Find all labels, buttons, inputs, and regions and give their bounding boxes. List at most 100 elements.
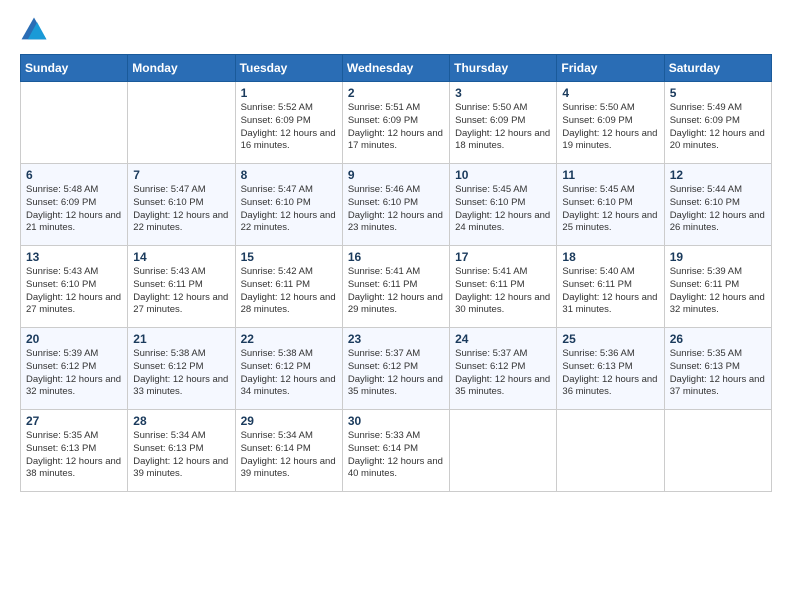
header <box>20 16 772 44</box>
calendar-header-sunday: Sunday <box>21 55 128 82</box>
calendar-week-3: 20 Sunrise: 5:39 AM Sunset: 6:12 PM Dayli… <box>21 328 772 410</box>
calendar-cell: 18Sunrise: 5:40 AM Sunset: 6:11 PM Dayli… <box>557 246 664 328</box>
day-info: Sunrise: 5:47 AM Sunset: 6:10 PM Dayligh… <box>133 184 229 235</box>
calendar-cell: 8 Sunrise: 5:47 AM Sunset: 6:10 PM Daylig… <box>235 164 342 246</box>
day-info: Sunrise: 5:34 AM Sunset: 6:14 PM Dayligh… <box>241 430 337 481</box>
day-info: Sunrise: 5:48 AM Sunset: 6:09 PM Dayligh… <box>26 184 122 235</box>
day-info: Sunrise: 5:35 AM Sunset: 6:13 PM Dayligh… <box>26 430 122 481</box>
calendar-header-thursday: Thursday <box>450 55 557 82</box>
logo-icon <box>20 16 48 44</box>
calendar-cell: 10 Sunrise: 5:45 AM Sunset: 6:10 PM Dayli… <box>450 164 557 246</box>
calendar-cell: 13 Sunrise: 5:43 AM Sunset: 6:10 PM Dayli… <box>21 246 128 328</box>
calendar-cell: 11 Sunrise: 5:45 AM Sunset: 6:10 PM Dayli… <box>557 164 664 246</box>
day-number: 17 <box>455 250 551 264</box>
day-number: 11 <box>562 168 658 182</box>
day-number: 26 <box>670 332 766 346</box>
calendar-cell: 29 Sunrise: 5:34 AM Sunset: 6:14 PM Dayli… <box>235 410 342 492</box>
day-number: 6 <box>26 168 122 182</box>
calendar-cell: 7Sunrise: 5:47 AM Sunset: 6:10 PM Daylig… <box>128 164 235 246</box>
calendar-cell: 1 Sunrise: 5:52 AM Sunset: 6:09 PM Daylig… <box>235 82 342 164</box>
calendar-cell <box>128 82 235 164</box>
calendar-cell: 4Sunrise: 5:50 AM Sunset: 6:09 PM Daylig… <box>557 82 664 164</box>
day-info: Sunrise: 5:34 AM Sunset: 6:13 PM Dayligh… <box>133 430 229 481</box>
day-info: Sunrise: 5:43 AM Sunset: 6:10 PM Dayligh… <box>26 266 122 317</box>
day-number: 4 <box>562 86 658 100</box>
day-number: 8 <box>241 168 337 182</box>
day-number: 14 <box>133 250 229 264</box>
day-info: Sunrise: 5:40 AM Sunset: 6:11 PM Dayligh… <box>562 266 658 317</box>
day-number: 3 <box>455 86 551 100</box>
calendar-week-1: 6 Sunrise: 5:48 AM Sunset: 6:09 PM Daylig… <box>21 164 772 246</box>
day-number: 10 <box>455 168 551 182</box>
day-info: Sunrise: 5:33 AM Sunset: 6:14 PM Dayligh… <box>348 430 444 481</box>
calendar-cell: 28 Sunrise: 5:34 AM Sunset: 6:13 PM Dayli… <box>128 410 235 492</box>
calendar-cell <box>557 410 664 492</box>
calendar-cell <box>450 410 557 492</box>
logo <box>20 16 52 44</box>
calendar-cell: 3 Sunrise: 5:50 AM Sunset: 6:09 PM Daylig… <box>450 82 557 164</box>
calendar-cell: 15 Sunrise: 5:42 AM Sunset: 6:11 PM Dayli… <box>235 246 342 328</box>
calendar-cell <box>21 82 128 164</box>
calendar-week-2: 13 Sunrise: 5:43 AM Sunset: 6:10 PM Dayli… <box>21 246 772 328</box>
calendar-cell: 17Sunrise: 5:41 AM Sunset: 6:11 PM Dayli… <box>450 246 557 328</box>
day-number: 22 <box>241 332 337 346</box>
calendar-cell: 6 Sunrise: 5:48 AM Sunset: 6:09 PM Daylig… <box>21 164 128 246</box>
day-info: Sunrise: 5:49 AM Sunset: 6:09 PM Dayligh… <box>670 102 766 153</box>
day-number: 28 <box>133 414 229 428</box>
day-info: Sunrise: 5:50 AM Sunset: 6:09 PM Dayligh… <box>455 102 551 153</box>
day-number: 9 <box>348 168 444 182</box>
day-number: 24 <box>455 332 551 346</box>
day-number: 30 <box>348 414 444 428</box>
calendar-cell: 26 Sunrise: 5:35 AM Sunset: 6:13 PM Dayli… <box>664 328 771 410</box>
calendar-cell: 23Sunrise: 5:37 AM Sunset: 6:12 PM Dayli… <box>342 328 449 410</box>
calendar-week-4: 27 Sunrise: 5:35 AM Sunset: 6:13 PM Dayli… <box>21 410 772 492</box>
calendar-header-tuesday: Tuesday <box>235 55 342 82</box>
day-number: 25 <box>562 332 658 346</box>
day-number: 1 <box>241 86 337 100</box>
calendar-cell: 2 Sunrise: 5:51 AM Sunset: 6:09 PM Daylig… <box>342 82 449 164</box>
day-info: Sunrise: 5:44 AM Sunset: 6:10 PM Dayligh… <box>670 184 766 235</box>
day-number: 5 <box>670 86 766 100</box>
day-info: Sunrise: 5:39 AM Sunset: 6:11 PM Dayligh… <box>670 266 766 317</box>
day-number: 20 <box>26 332 122 346</box>
calendar-cell: 19 Sunrise: 5:39 AM Sunset: 6:11 PM Dayli… <box>664 246 771 328</box>
day-number: 19 <box>670 250 766 264</box>
calendar-cell: 12 Sunrise: 5:44 AM Sunset: 6:10 PM Dayli… <box>664 164 771 246</box>
calendar-cell: 24 Sunrise: 5:37 AM Sunset: 6:12 PM Dayli… <box>450 328 557 410</box>
day-info: Sunrise: 5:37 AM Sunset: 6:12 PM Dayligh… <box>455 348 551 399</box>
day-info: Sunrise: 5:45 AM Sunset: 6:10 PM Dayligh… <box>455 184 551 235</box>
day-number: 29 <box>241 414 337 428</box>
calendar-cell: 16Sunrise: 5:41 AM Sunset: 6:11 PM Dayli… <box>342 246 449 328</box>
day-number: 2 <box>348 86 444 100</box>
day-info: Sunrise: 5:38 AM Sunset: 6:12 PM Dayligh… <box>133 348 229 399</box>
calendar-cell: 9 Sunrise: 5:46 AM Sunset: 6:10 PM Daylig… <box>342 164 449 246</box>
day-info: Sunrise: 5:46 AM Sunset: 6:10 PM Dayligh… <box>348 184 444 235</box>
calendar-cell: 20 Sunrise: 5:39 AM Sunset: 6:12 PM Dayli… <box>21 328 128 410</box>
calendar-cell: 25 Sunrise: 5:36 AM Sunset: 6:13 PM Dayli… <box>557 328 664 410</box>
day-info: Sunrise: 5:42 AM Sunset: 6:11 PM Dayligh… <box>241 266 337 317</box>
calendar-cell: 5 Sunrise: 5:49 AM Sunset: 6:09 PM Daylig… <box>664 82 771 164</box>
day-info: Sunrise: 5:38 AM Sunset: 6:12 PM Dayligh… <box>241 348 337 399</box>
day-info: Sunrise: 5:51 AM Sunset: 6:09 PM Dayligh… <box>348 102 444 153</box>
day-info: Sunrise: 5:52 AM Sunset: 6:09 PM Dayligh… <box>241 102 337 153</box>
day-number: 13 <box>26 250 122 264</box>
day-info: Sunrise: 5:35 AM Sunset: 6:13 PM Dayligh… <box>670 348 766 399</box>
day-info: Sunrise: 5:43 AM Sunset: 6:11 PM Dayligh… <box>133 266 229 317</box>
calendar-cell: 14 Sunrise: 5:43 AM Sunset: 6:11 PM Dayli… <box>128 246 235 328</box>
day-number: 23 <box>348 332 444 346</box>
page: SundayMondayTuesdayWednesdayThursdayFrid… <box>0 0 792 612</box>
calendar-cell: 30 Sunrise: 5:33 AM Sunset: 6:14 PM Dayli… <box>342 410 449 492</box>
day-number: 27 <box>26 414 122 428</box>
calendar-cell <box>664 410 771 492</box>
day-number: 12 <box>670 168 766 182</box>
day-info: Sunrise: 5:39 AM Sunset: 6:12 PM Dayligh… <box>26 348 122 399</box>
day-info: Sunrise: 5:47 AM Sunset: 6:10 PM Dayligh… <box>241 184 337 235</box>
calendar: SundayMondayTuesdayWednesdayThursdayFrid… <box>20 54 772 492</box>
calendar-header-row: SundayMondayTuesdayWednesdayThursdayFrid… <box>21 55 772 82</box>
calendar-header-wednesday: Wednesday <box>342 55 449 82</box>
day-number: 15 <box>241 250 337 264</box>
calendar-header-friday: Friday <box>557 55 664 82</box>
day-info: Sunrise: 5:41 AM Sunset: 6:11 PM Dayligh… <box>348 266 444 317</box>
day-info: Sunrise: 5:45 AM Sunset: 6:10 PM Dayligh… <box>562 184 658 235</box>
day-info: Sunrise: 5:36 AM Sunset: 6:13 PM Dayligh… <box>562 348 658 399</box>
